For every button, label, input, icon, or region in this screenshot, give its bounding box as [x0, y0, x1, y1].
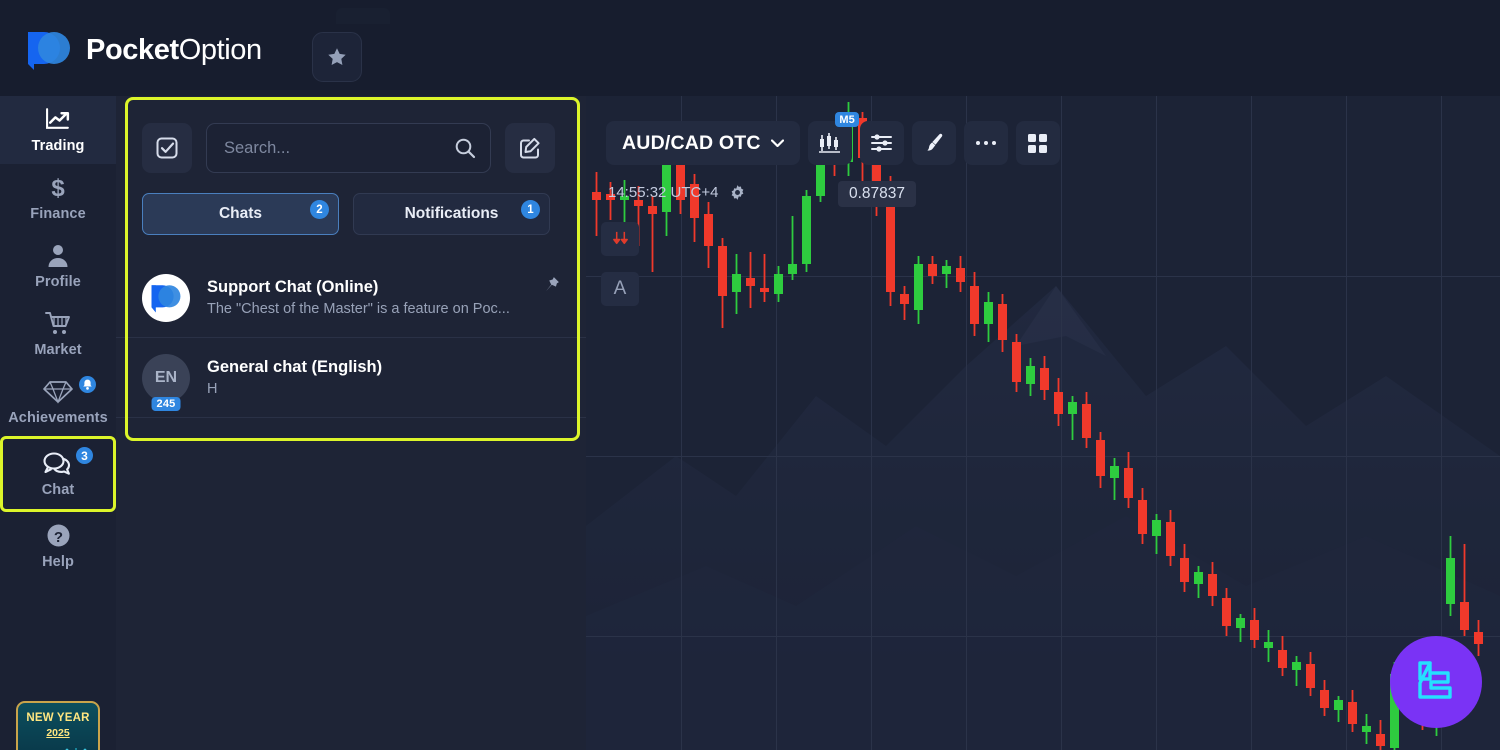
- gear-icon[interactable]: [729, 184, 746, 201]
- tab-chats[interactable]: Chats 2: [142, 193, 339, 235]
- header-ghost-tab: [336, 8, 390, 24]
- dollar-icon: $: [48, 174, 68, 201]
- achievements-bell-badge: [77, 374, 98, 395]
- sidebar-item-label: Market: [34, 342, 82, 358]
- conversation-preview: The "Chest of the Master" is a feature o…: [207, 301, 510, 317]
- drawing-tools-button[interactable]: [911, 121, 956, 165]
- double-arrow-down-icon: [612, 231, 628, 244]
- more-options-button[interactable]: [963, 121, 1008, 165]
- avatar-count-badge: 245: [151, 396, 181, 411]
- chart-time: 14:55:32 UTC+4: [608, 184, 719, 201]
- more-dots-icon: [975, 141, 996, 145]
- brand-name: PocketOption: [86, 34, 262, 67]
- list-item[interactable]: EN 245 General chat (English) H: [116, 338, 586, 418]
- sidebar-item-label: Finance: [30, 206, 86, 222]
- avatar-initials: EN: [154, 368, 178, 386]
- chart-toolbar: AUD/CAD OTC M5: [606, 112, 1060, 165]
- chat-bubbles-icon: [42, 450, 74, 477]
- sidebar-item-help[interactable]: ? Help: [0, 512, 116, 580]
- sidebar-item-label: Help: [42, 554, 74, 570]
- checkbox-check-icon: [156, 137, 178, 159]
- conversation-title: Support Chat (Online): [207, 278, 379, 296]
- trading-chart[interactable]: AUD/CAD OTC M5 14:55:32 UTC+4 0.87837 A: [586, 96, 1500, 750]
- sidebar-item-label: Achievements: [8, 410, 108, 426]
- app-header: PocketOption: [0, 0, 1500, 96]
- chart-clock: 14:55:32 UTC+4: [608, 184, 746, 201]
- svg-text:$: $: [51, 175, 65, 201]
- chat-tabs: Chats 2 Notifications 1: [142, 193, 550, 235]
- promo-title: NEW YEAR: [26, 712, 90, 724]
- conversation-meta: General chat (English) H: [207, 358, 566, 397]
- sidebar-item-chat[interactable]: Chat 3: [0, 436, 116, 512]
- avatar: [142, 273, 190, 322]
- tab-notifications-badge: 1: [521, 200, 540, 219]
- chevron-down-icon: [770, 139, 784, 147]
- l-monogram-logo-icon: [1418, 661, 1452, 699]
- pin-icon[interactable]: [543, 276, 560, 298]
- search-box[interactable]: [206, 123, 491, 173]
- chart-up-icon: [45, 106, 72, 133]
- indicators-sliders-icon: [871, 134, 893, 152]
- trend-indicator[interactable]: [601, 222, 639, 256]
- avatar: EN 245: [142, 353, 190, 411]
- tab-chats-badge: 2: [310, 200, 329, 219]
- compose-edit-icon: [520, 137, 540, 159]
- new-year-promo-banner[interactable]: NEW YEAR 2025: [16, 701, 100, 750]
- asset-name: AUD/CAD OTC: [622, 131, 761, 154]
- sidebar-item-label: Chat: [41, 482, 75, 498]
- sidebar-item-achievements[interactable]: Achievements: [0, 368, 116, 436]
- annotation-chip[interactable]: A: [601, 272, 639, 306]
- chart-type-button[interactable]: M5: [807, 112, 859, 165]
- conversation-preview: H: [207, 381, 218, 397]
- chat-unread-badge: 3: [74, 445, 95, 466]
- sidebar-item-label: Profile: [35, 274, 81, 290]
- compose-button[interactable]: [505, 123, 555, 173]
- brand-name-light: Option: [178, 33, 262, 66]
- user-icon: [46, 242, 70, 269]
- main-sidebar: Trading $ Finance Profile Market Achieve…: [0, 96, 116, 750]
- search-input[interactable]: [224, 138, 454, 158]
- sidebar-item-finance[interactable]: $ Finance: [0, 164, 116, 232]
- svg-text:?: ?: [53, 529, 62, 546]
- tab-notifications[interactable]: Notifications 1: [353, 193, 550, 235]
- favorites-button[interactable]: [312, 32, 362, 82]
- chat-panel: Chats 2 Notifications 1 Support Chat (: [116, 96, 586, 750]
- annotation-letter: A: [613, 278, 627, 299]
- search-icon: [455, 138, 476, 159]
- timeframe-badge: M5: [835, 112, 859, 127]
- chat-toolbar: [142, 123, 555, 173]
- sidebar-item-label: Trading: [31, 138, 85, 154]
- conversation-list: Support Chat (Online) The "Chest of the …: [116, 258, 586, 418]
- sidebar-item-profile[interactable]: Profile: [0, 232, 116, 300]
- tab-label: Notifications: [404, 205, 499, 222]
- question-icon: ?: [46, 522, 71, 549]
- brand-logo[interactable]: PocketOption: [26, 30, 262, 70]
- tab-label: Chats: [218, 205, 263, 222]
- list-item[interactable]: Support Chat (Online) The "Chest of the …: [116, 258, 586, 338]
- conversation-meta: Support Chat (Online) The "Chest of the …: [207, 278, 566, 317]
- star-icon: [328, 48, 346, 65]
- fireworks-gifts-graphic: [65, 748, 87, 750]
- sidebar-item-trading[interactable]: Trading: [0, 96, 116, 164]
- indicators-button[interactable]: [859, 121, 904, 165]
- asset-selector[interactable]: AUD/CAD OTC: [606, 121, 800, 165]
- brush-icon: [927, 133, 942, 151]
- price-label: 0.87837: [838, 181, 917, 207]
- conversation-title: General chat (English): [207, 358, 383, 376]
- channel-watermark: [1390, 636, 1482, 728]
- pocketoption-avatar-icon: [151, 284, 181, 312]
- select-all-button[interactable]: [142, 123, 192, 173]
- grid-layout-icon: [1028, 133, 1048, 153]
- diamond-icon: [43, 378, 73, 405]
- brand-name-bold: Pocket: [86, 33, 179, 66]
- cart-icon: [44, 310, 72, 337]
- pocketoption-logo-icon: [26, 30, 72, 70]
- bell-icon: [83, 379, 92, 390]
- sidebar-item-market[interactable]: Market: [0, 300, 116, 368]
- candlestick-icon: [819, 133, 841, 153]
- layout-button[interactable]: [1015, 121, 1060, 165]
